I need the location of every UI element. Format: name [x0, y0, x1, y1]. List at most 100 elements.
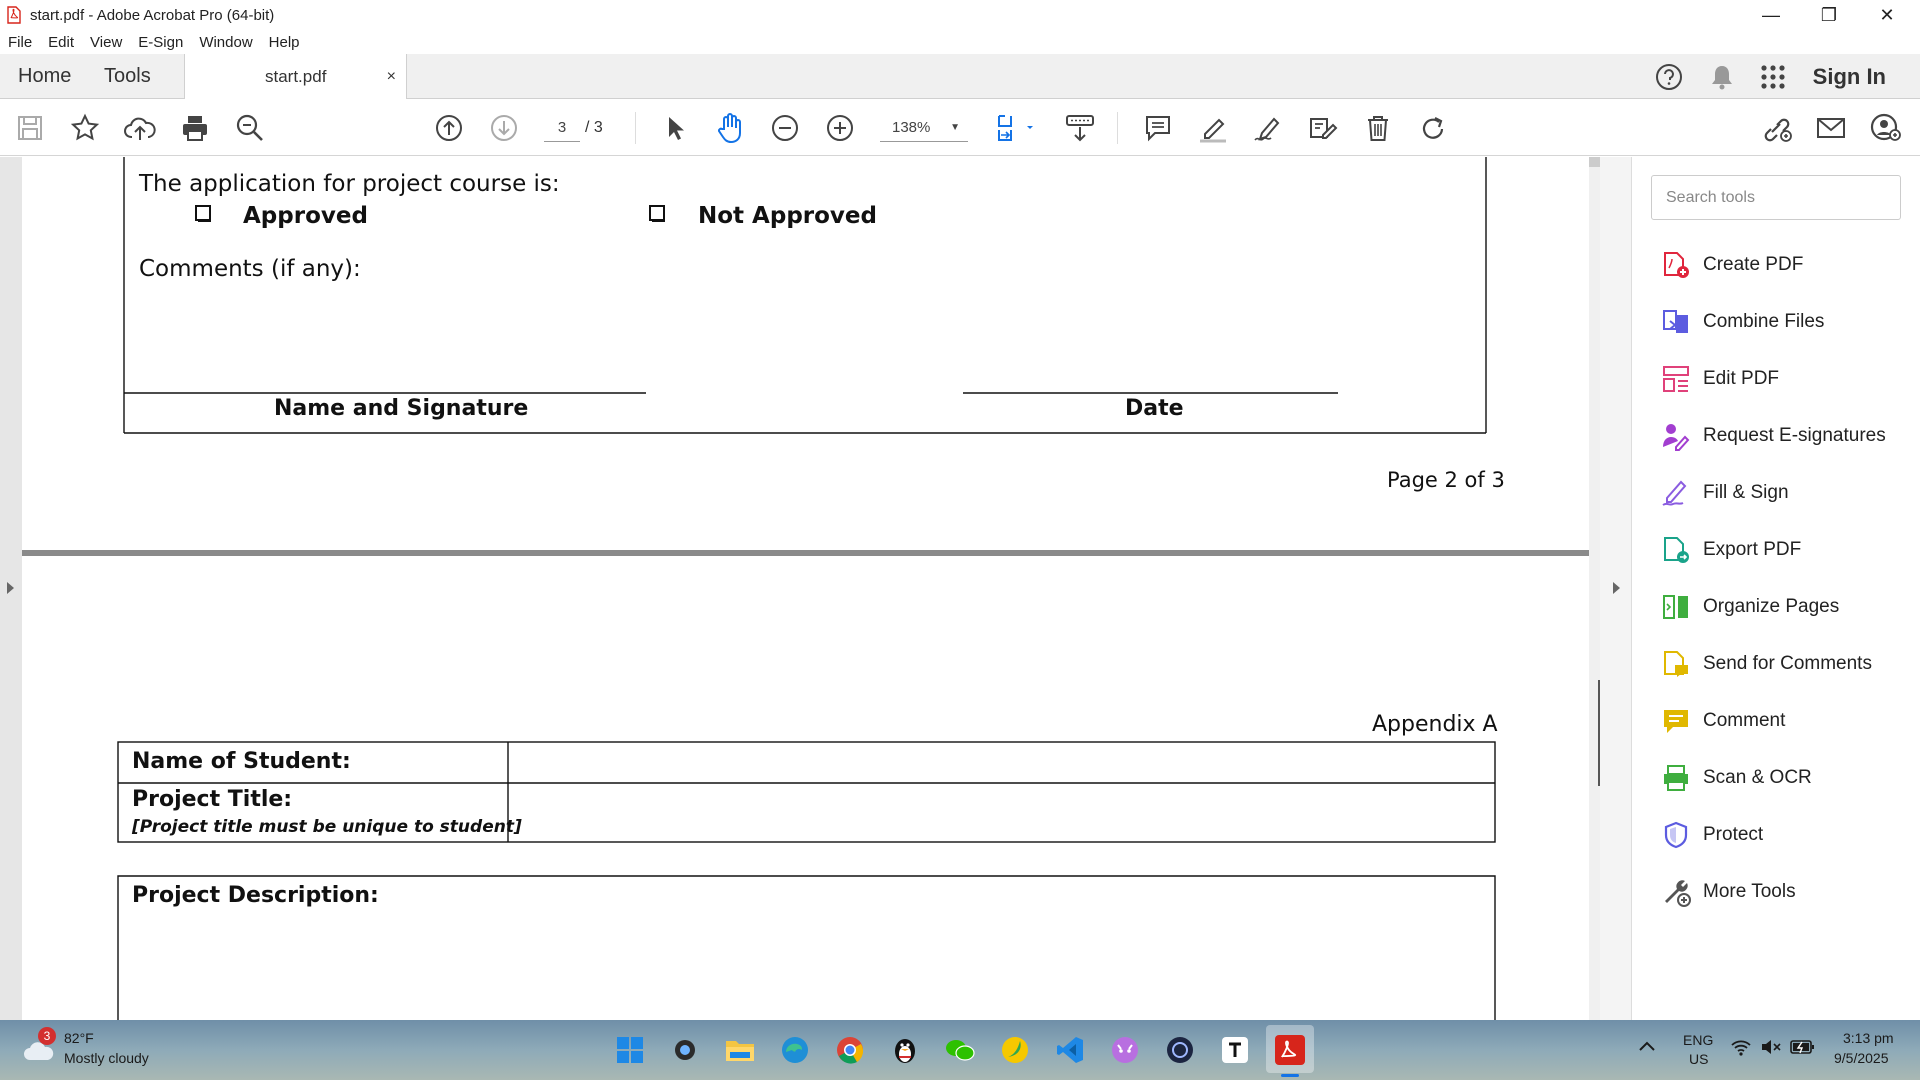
weather-description[interactable]: Mostly cloudy	[64, 1050, 149, 1066]
document-viewport[interactable]: The application for project course is: A…	[0, 157, 1600, 1020]
project-title-field[interactable]	[510, 785, 1493, 841]
zoom-out-icon[interactable]	[767, 110, 803, 146]
tool-export-pdf[interactable]: Export PDF	[1661, 530, 1801, 570]
collapse-right-panel-icon[interactable]	[1612, 581, 1622, 595]
bookmark-star-icon[interactable]	[67, 110, 103, 146]
title-bar: start.pdf - Adobe Acrobat Pro (64-bit) —…	[0, 0, 1920, 30]
next-page-icon[interactable]	[486, 110, 522, 146]
tool-combine-files[interactable]: Combine Files	[1661, 302, 1824, 342]
tool-protect[interactable]: Protect	[1661, 815, 1763, 855]
menu-view[interactable]: View	[90, 34, 122, 51]
tool-label: Request E-signatures	[1703, 425, 1886, 446]
save-icon[interactable]	[12, 110, 48, 146]
zoom-level-select[interactable]: 138% ▼	[880, 114, 968, 142]
menu-window[interactable]: Window	[199, 34, 252, 51]
application-prompt: The application for project course is:	[139, 171, 560, 197]
zoom-in-icon[interactable]	[822, 110, 858, 146]
help-icon[interactable]	[1655, 63, 1683, 91]
tab-document[interactable]: start.pdf ×	[184, 54, 407, 99]
add-user-icon[interactable]	[1868, 110, 1904, 146]
search-icon[interactable]	[667, 1032, 703, 1068]
tray-overflow-chevron-icon[interactable]	[1638, 1040, 1656, 1052]
page-display-icon[interactable]	[992, 110, 1040, 146]
search-tools-input[interactable]: Search tools	[1651, 175, 1901, 220]
tab-home[interactable]: Home	[18, 54, 71, 99]
scroll-up-arrow[interactable]	[1589, 157, 1600, 167]
tool-comment[interactable]: Comment	[1661, 701, 1785, 741]
export-pdf-icon	[1664, 537, 1689, 563]
right-panel-toggle-strip[interactable]	[1600, 157, 1632, 1020]
share-link-icon[interactable]	[1758, 110, 1794, 146]
previous-page-icon[interactable]	[431, 110, 467, 146]
print-icon[interactable]	[177, 110, 213, 146]
left-panel-collapsed[interactable]	[0, 157, 22, 1020]
wechat-icon[interactable]	[942, 1032, 978, 1068]
tool-create-pdf[interactable]: Create PDF	[1661, 245, 1803, 285]
apps-grid-icon[interactable]	[1760, 64, 1786, 90]
typora-t-icon[interactable]	[1217, 1032, 1253, 1068]
tool-more-tools[interactable]: More Tools	[1661, 872, 1796, 912]
tool-organize-pages[interactable]: Organize Pages	[1661, 587, 1839, 627]
scroll-mode-icon[interactable]	[1060, 110, 1100, 146]
not-approved-checkbox[interactable]	[649, 205, 667, 223]
upload-cloud-icon[interactable]	[122, 110, 158, 146]
sign-pen-icon[interactable]	[1250, 110, 1286, 146]
document-scrollbar[interactable]	[1589, 157, 1600, 1020]
approved-checkbox[interactable]	[195, 205, 213, 223]
restore-button[interactable]: ❐	[1800, 0, 1858, 30]
clock-date[interactable]: 9/5/2025	[1834, 1050, 1889, 1066]
name-of-student-field[interactable]	[510, 744, 1493, 782]
project-description-field[interactable]	[120, 916, 1493, 1020]
zoom-search-icon[interactable]	[232, 110, 268, 146]
close-tab-button[interactable]: ×	[387, 68, 396, 86]
clock-time[interactable]: 3:13 pm	[1843, 1030, 1894, 1046]
battery-charging-icon[interactable]	[1790, 1039, 1816, 1055]
dark-orbit-app-icon[interactable]	[1162, 1032, 1198, 1068]
rotate-icon[interactable]	[1415, 110, 1451, 146]
chrome-browser-icon[interactable]	[832, 1032, 868, 1068]
purple-cat-app-icon[interactable]	[1107, 1032, 1143, 1068]
tool-label: More Tools	[1703, 881, 1796, 902]
notifications-bell-icon[interactable]	[1709, 63, 1735, 91]
weather-temperature[interactable]: 82°F	[64, 1030, 94, 1046]
name-of-student-label: Name of Student:	[132, 749, 351, 774]
minimize-button[interactable]: —	[1742, 0, 1800, 30]
qq-penguin-icon[interactable]	[887, 1032, 923, 1068]
tab-tools[interactable]: Tools	[104, 54, 151, 99]
delete-trash-icon[interactable]	[1360, 110, 1396, 146]
tool-edit-pdf[interactable]: Edit PDF	[1661, 359, 1779, 399]
active-app-indicator	[1281, 1074, 1299, 1077]
menu-esign[interactable]: E-Sign	[138, 34, 183, 51]
select-cursor-icon[interactable]	[657, 110, 693, 146]
sign-in-button[interactable]: Sign In	[1813, 54, 1886, 99]
file-explorer-icon[interactable]	[722, 1032, 758, 1068]
language-indicator[interactable]: ENG	[1683, 1032, 1713, 1048]
tool-request-esignatures[interactable]: Request E-signatures	[1661, 416, 1886, 456]
scan-ocr-icon	[1664, 765, 1688, 791]
email-envelope-icon[interactable]	[1813, 110, 1849, 146]
tool-fill-sign[interactable]: Fill & Sign	[1661, 473, 1789, 513]
highlight-pen-icon[interactable]	[1195, 110, 1231, 146]
tool-label: Protect	[1703, 824, 1764, 845]
comment-icon[interactable]	[1140, 110, 1176, 146]
windows-start-icon[interactable]	[612, 1032, 648, 1068]
hand-tool-icon[interactable]	[712, 110, 748, 146]
edit-text-icon[interactable]	[1305, 110, 1341, 146]
menu-edit[interactable]: Edit	[48, 34, 74, 51]
expand-left-panel-icon[interactable]	[6, 581, 16, 595]
tool-label: Send for Comments	[1703, 653, 1872, 674]
not-approved-label: Not Approved	[698, 203, 877, 229]
close-window-button[interactable]: ✕	[1858, 0, 1916, 30]
tool-scan-ocr[interactable]: Scan & OCR	[1661, 758, 1812, 798]
vscode-icon[interactable]	[1052, 1032, 1088, 1068]
menu-help[interactable]: Help	[269, 34, 300, 51]
green-yellow-app-icon[interactable]	[997, 1032, 1033, 1068]
page-number-input[interactable]: 3	[544, 114, 580, 142]
edge-browser-icon[interactable]	[777, 1032, 813, 1068]
tool-send-for-comments[interactable]: Send for Comments	[1661, 644, 1872, 684]
wifi-icon[interactable]	[1730, 1038, 1752, 1056]
document-tab-label: start.pdf	[265, 66, 327, 86]
menu-file[interactable]: File	[8, 34, 32, 51]
volume-muted-icon[interactable]	[1760, 1038, 1782, 1056]
acrobat-taskbar-icon[interactable]	[1272, 1032, 1308, 1068]
